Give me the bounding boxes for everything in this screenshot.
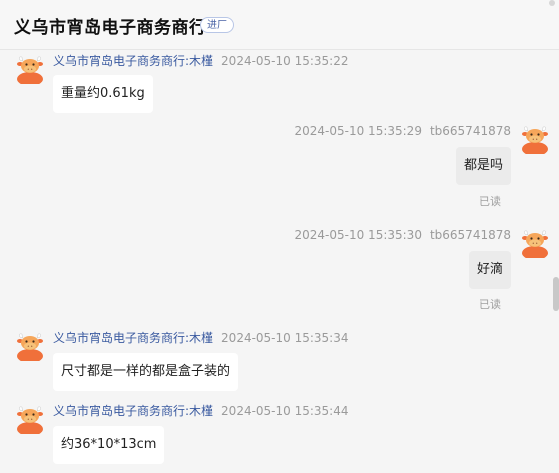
message-bubble[interactable]: 都是吗 <box>455 147 511 185</box>
sender-name: tb665741878 <box>429 228 511 242</box>
message-bubble[interactable]: 约36*10*13cm <box>53 426 165 464</box>
scrollbar-thumb[interactable] <box>553 277 559 311</box>
cow-avatar-icon[interactable] <box>15 331 45 361</box>
shop-name[interactable]: 义乌市宵岛电子商务商行 <box>14 13 207 38</box>
message-time: 2024-05-10 15:35:44 <box>221 404 349 418</box>
message-meta: 义乌市宵岛电子商务商行:木槿 2024-05-10 15:35:34 <box>53 329 349 346</box>
message-meta: 义乌市宵岛电子商务商行:木槿 2024-05-10 15:35:22 <box>53 52 349 69</box>
message-list[interactable]: 义乌市宵岛电子商务商行:木槿 2024-05-10 15:35:22 重量约0.6… <box>0 50 559 473</box>
message-meta: 义乌市宵岛电子商务商行:木槿 2024-05-10 15:35:44 <box>53 402 349 419</box>
sender-name: tb665741878 <box>429 124 511 138</box>
message-bubble[interactable]: 尺寸都是一样的都是盒子装的 <box>53 353 239 391</box>
chat-header: 义乌市宵岛电子商务商行 进厂 <box>0 0 559 50</box>
sender-name[interactable]: 义乌市宵岛电子商务商行:木槿 <box>53 331 213 345</box>
sender-name[interactable]: 义乌市宵岛电子商务商行:木槿 <box>53 54 213 68</box>
message-bubble[interactable]: 好滴 <box>468 251 511 289</box>
message-time: 2024-05-10 15:35:22 <box>221 54 349 68</box>
sender-name[interactable]: 义乌市宵岛电子商务商行:木槿 <box>53 404 213 418</box>
read-status: 已读 <box>479 195 501 208</box>
message-bubble[interactable]: 重量约0.61kg <box>53 75 153 113</box>
message-meta: 2024-05-10 15:35:29 tb665741878 <box>295 124 512 138</box>
cow-avatar-icon[interactable] <box>15 54 45 84</box>
top-scroll-indicator <box>549 0 555 6</box>
shop-badge[interactable]: 进厂 <box>200 17 234 33</box>
message-meta: 2024-05-10 15:35:30 tb665741878 <box>295 228 512 242</box>
message-time: 2024-05-10 15:35:34 <box>221 331 349 345</box>
cow-avatar-icon[interactable] <box>15 404 45 434</box>
read-status: 已读 <box>479 298 501 311</box>
message-time: 2024-05-10 15:35:29 <box>294 124 422 138</box>
cow-avatar-icon[interactable] <box>520 228 550 258</box>
cow-avatar-icon[interactable] <box>520 124 550 154</box>
message-time: 2024-05-10 15:35:30 <box>294 228 422 242</box>
